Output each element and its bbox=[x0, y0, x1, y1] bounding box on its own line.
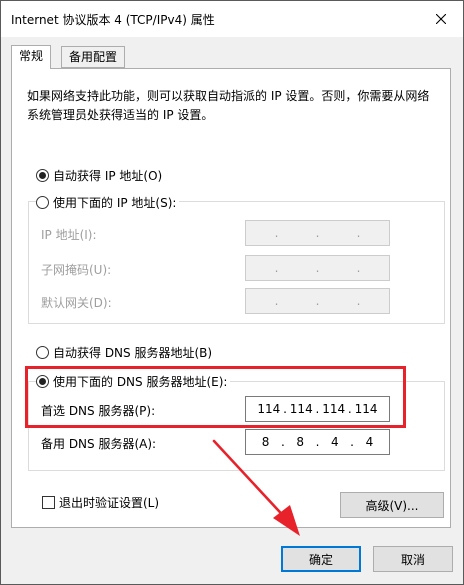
ip-address-field[interactable]: . . . bbox=[245, 220, 390, 246]
auto-ip-radio[interactable]: 自动获得 IP 地址(O) bbox=[36, 167, 166, 184]
checkbox-unchecked-icon bbox=[42, 496, 55, 509]
default-gateway-field[interactable]: . . . bbox=[245, 288, 390, 314]
subnet-mask-label: 子网掩码(U): bbox=[41, 263, 112, 277]
auto-ip-label: 自动获得 IP 地址(O) bbox=[53, 169, 163, 183]
general-tab-panel: 如果网络支持此功能，则可以获取自动指派的 IP 设置。否则，你需要从网络系统管理… bbox=[11, 68, 451, 528]
manual-dns-group bbox=[28, 381, 445, 471]
radio-selected-icon bbox=[36, 375, 49, 388]
radio-unselected-icon bbox=[36, 196, 49, 209]
close-icon bbox=[436, 14, 446, 24]
advanced-button[interactable]: 高级(V)... bbox=[340, 492, 444, 518]
subnet-mask-field[interactable]: . . . bbox=[245, 255, 390, 281]
cancel-button[interactable]: 取消 bbox=[373, 546, 453, 572]
ip-address-label: IP 地址(I): bbox=[41, 228, 97, 242]
manual-dns-radio[interactable]: 使用下面的 DNS 服务器地址(E): bbox=[36, 373, 231, 390]
tab-alternate-configuration[interactable]: 备用配置 bbox=[61, 46, 126, 68]
tab-general[interactable]: 常规 bbox=[11, 45, 52, 69]
radio-unselected-icon bbox=[36, 346, 49, 359]
default-gateway-label: 默认网关(D): bbox=[41, 296, 112, 310]
validate-on-exit-label: 退出时验证设置(L) bbox=[59, 496, 160, 510]
auto-dns-label: 自动获得 DNS 服务器地址(B) bbox=[53, 346, 213, 360]
window-title: Internet 协议版本 4 (TCP/IPv4) 属性 bbox=[11, 13, 215, 27]
alternate-dns-label: 备用 DNS 服务器(A): bbox=[41, 437, 157, 451]
manual-ip-radio[interactable]: 使用下面的 IP 地址(S): bbox=[36, 194, 180, 211]
validate-on-exit-checkbox[interactable]: 退出时验证设置(L) bbox=[42, 494, 159, 511]
preferred-dns-field[interactable]: 114 . 114 . 114 . 114 bbox=[245, 396, 390, 422]
alternate-dns-field[interactable]: 8 . 8 . 4 . 4 bbox=[245, 429, 390, 455]
title-bar: Internet 协议版本 4 (TCP/IPv4) 属性 bbox=[1, 1, 463, 37]
tcpipv4-properties-dialog: Internet 协议版本 4 (TCP/IPv4) 属性 常规 备用配置 如果… bbox=[0, 0, 464, 585]
radio-selected-icon bbox=[36, 169, 49, 182]
close-button[interactable] bbox=[419, 1, 463, 37]
ok-button[interactable]: 确定 bbox=[281, 546, 361, 572]
description-text: 如果网络支持此功能，则可以获取自动指派的 IP 设置。否则，你需要从网络系统管理… bbox=[27, 89, 430, 122]
preferred-dns-label: 首选 DNS 服务器(P): bbox=[41, 404, 156, 418]
auto-dns-radio[interactable]: 自动获得 DNS 服务器地址(B) bbox=[36, 344, 216, 361]
manual-ip-label: 使用下面的 IP 地址(S): bbox=[53, 196, 177, 210]
manual-dns-label: 使用下面的 DNS 服务器地址(E): bbox=[53, 375, 228, 389]
